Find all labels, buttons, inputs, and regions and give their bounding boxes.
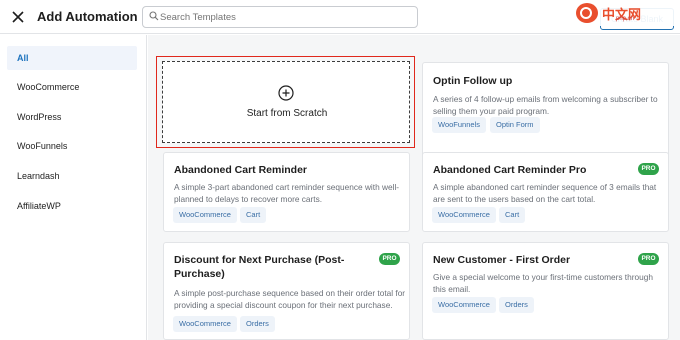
template-title: New Customer - First Order: [433, 254, 571, 266]
sidebar-item-woocommerce[interactable]: WooCommerce: [7, 75, 137, 99]
template-desc-line: selling them your paid program.: [433, 106, 550, 116]
template-desc-line: this email.: [433, 284, 471, 294]
watermark-url: php.cn: [616, 16, 635, 22]
template-title: Optin Follow up: [433, 75, 513, 87]
template-card-new-customer-first-order[interactable]: New Customer - First Order PRO Give a sp…: [422, 242, 669, 340]
sidebar-item-woofunnels[interactable]: WooFunnels: [7, 134, 137, 158]
close-icon[interactable]: [10, 9, 26, 25]
tag-badge: Cart: [240, 207, 267, 223]
tag-badge: WooCommerce: [432, 207, 496, 223]
template-title-line2: Purchase): [174, 268, 225, 280]
tag-badge: WooFunnels: [432, 117, 486, 133]
template-desc-line: A simple abandoned cart reminder sequenc…: [433, 182, 657, 192]
start-from-scratch-card[interactable]: Start from Scratch: [162, 61, 410, 143]
tag-badge: Orders: [499, 297, 534, 313]
page-title: Add Automation: [37, 9, 138, 24]
header: Add Automation Create Blank 中文网 php.cn: [0, 0, 680, 34]
template-grid: Start from Scratch Optin Follow up A ser…: [148, 35, 680, 340]
template-desc-line: providing a special discount coupon for …: [174, 300, 393, 310]
sidebar-item-affiliatewp[interactable]: AffiliateWP: [7, 194, 137, 218]
template-desc-line: A simple post-purchase sequence based on…: [174, 288, 406, 298]
template-desc-line: A series of 4 follow-up emails from welc…: [433, 94, 658, 104]
search-icon: [149, 11, 159, 21]
template-title: Abandoned Cart Reminder Pro: [433, 164, 587, 176]
pro-badge: PRO: [638, 253, 659, 265]
watermark: 中文网 php.cn: [570, 0, 678, 26]
pro-badge: PRO: [638, 163, 659, 175]
tag-badge: WooCommerce: [173, 316, 237, 332]
tag-badge: WooCommerce: [432, 297, 496, 313]
pro-badge: PRO: [379, 253, 400, 265]
watermark-logo-icon: [576, 3, 598, 23]
start-from-scratch-label: Start from Scratch: [246, 108, 328, 119]
search-input[interactable]: [160, 8, 410, 26]
template-card-abandoned-cart-reminder-pro[interactable]: Abandoned Cart Reminder Pro PRO A simple…: [422, 152, 669, 232]
template-desc-line: A simple 3-part abandoned cart reminder …: [174, 182, 400, 192]
search-box[interactable]: [142, 6, 418, 28]
tag-badge: Orders: [240, 316, 275, 332]
template-desc-line: are sent to the users based on the cart …: [433, 194, 596, 204]
template-title: Discount for Next Purchase (Post-: [174, 254, 345, 266]
tag-badge: Optin Form: [490, 117, 540, 133]
template-card-discount-next-purchase[interactable]: Discount for Next Purchase (Post- Purcha…: [163, 242, 410, 340]
sidebar-item-learndash[interactable]: Learndash: [7, 164, 137, 188]
tag-badge: WooCommerce: [173, 207, 237, 223]
template-desc-line: planned to delays to recover more carts.: [174, 194, 323, 204]
sidebar-item-wordpress[interactable]: WordPress: [7, 105, 137, 129]
template-desc-line: Give a special welcome to your first-tim…: [433, 272, 653, 282]
tag-badge: Cart: [499, 207, 526, 223]
sidebar-item-all[interactable]: All: [7, 46, 137, 70]
template-title: Abandoned Cart Reminder: [174, 164, 308, 176]
template-card-abandoned-cart-reminder[interactable]: Abandoned Cart Reminder A simple 3-part …: [163, 152, 410, 232]
plus-circle-icon: [278, 85, 294, 101]
sidebar: All WooCommerce WordPress WooFunnels Lea…: [0, 35, 147, 340]
